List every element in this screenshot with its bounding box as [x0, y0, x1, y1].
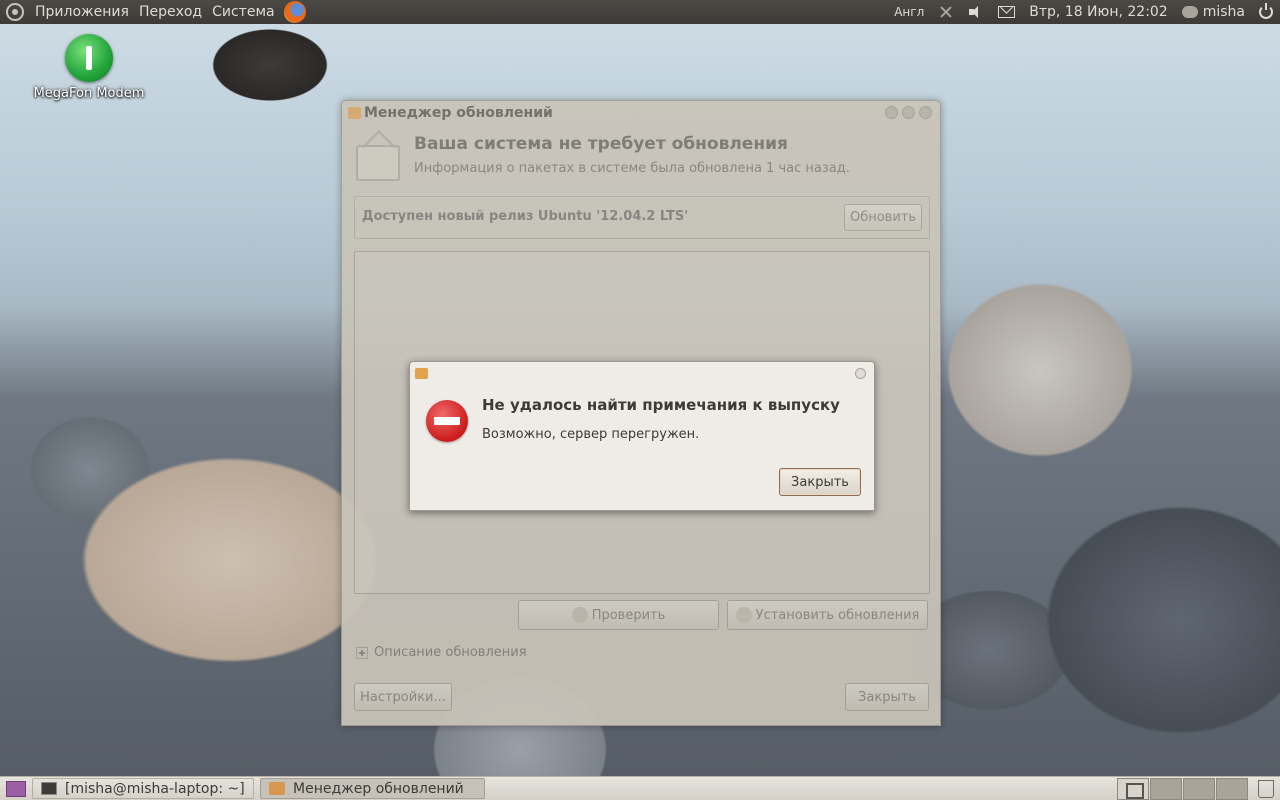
task-update-manager[interactable]: Менеджер обновлений: [260, 778, 485, 799]
volume-icon: [968, 5, 984, 19]
show-desktop-icon[interactable]: [6, 780, 26, 797]
desktop-icon-label: MegaFon Modem: [33, 86, 145, 101]
terminal-icon: [41, 782, 57, 795]
window-titlebar[interactable]: Менеджер обновлений: [342, 101, 940, 125]
close-button[interactable]: Закрыть: [845, 683, 929, 711]
task-label: [misha@misha-laptop: ~]: [65, 780, 245, 797]
menu-places[interactable]: Переход: [134, 4, 207, 20]
check-button[interactable]: Проверить: [518, 600, 719, 630]
update-manager-icon: [269, 782, 285, 795]
dialog-app-icon: [415, 368, 428, 379]
window-title: Менеджер обновлений: [364, 105, 553, 121]
error-heading: Не удалось найти примечания к выпуску: [482, 396, 840, 414]
minimize-button[interactable]: [885, 106, 898, 119]
system-up-to-date-icon: [356, 145, 400, 181]
description-expander[interactable]: Описание обновления: [356, 645, 527, 660]
window-controls: [885, 106, 932, 119]
task-terminal[interactable]: [misha@misha-laptop: ~]: [32, 778, 254, 799]
indicator-area: Англ Втр, 18 Июн, 22:02 misha: [887, 0, 1280, 24]
menu-applications[interactable]: Приложения: [30, 4, 134, 20]
desktop-icon-megafon-modem[interactable]: MegaFon Modem: [30, 34, 148, 101]
new-release-panel: Доступен новый релиз Ubuntu '12.04.2 LTS…: [354, 196, 930, 239]
dialog-close-icon[interactable]: [855, 368, 866, 379]
modem-icon: [65, 34, 113, 82]
workspace-2[interactable]: [1150, 777, 1182, 800]
settings-button[interactable]: Настройки...: [354, 683, 452, 711]
status-subheading: Информация о пакетах в системе была обно…: [414, 161, 850, 176]
error-dialog: Не удалось найти примечания к выпуску Во…: [409, 361, 875, 511]
update-manager-icon: [348, 107, 361, 119]
user-name: misha: [1202, 4, 1245, 20]
workspace-1[interactable]: [1117, 777, 1149, 800]
close-window-button[interactable]: [919, 106, 932, 119]
volume-indicator[interactable]: [961, 0, 991, 24]
task-label: Менеджер обновлений: [293, 780, 464, 797]
network-indicator[interactable]: [931, 0, 961, 24]
workspace-3[interactable]: [1183, 777, 1215, 800]
session-indicator[interactable]: [1252, 0, 1280, 24]
workspace-4[interactable]: [1216, 777, 1248, 800]
clock[interactable]: Втр, 18 Июн, 22:02: [1022, 0, 1174, 24]
error-icon: [426, 400, 468, 442]
workspace-switcher: [1116, 777, 1248, 800]
messaging-indicator[interactable]: [991, 0, 1022, 24]
check-button-label: Проверить: [591, 607, 666, 623]
install-button-label: Установить обновления: [755, 607, 920, 623]
top-panel: Приложения Переход Система Англ Втр, 18 …: [0, 0, 1280, 24]
ubuntu-logo-icon[interactable]: [6, 3, 24, 21]
apply-icon: [735, 607, 752, 623]
firefox-icon[interactable]: [283, 1, 306, 23]
user-indicator[interactable]: misha: [1175, 0, 1252, 24]
network-disconnected-icon: [938, 5, 954, 19]
dialog-close-button[interactable]: Закрыть: [779, 468, 861, 496]
menu-system[interactable]: Система: [207, 4, 279, 20]
trash-icon[interactable]: [1258, 779, 1274, 798]
mail-icon: [998, 6, 1016, 18]
error-message: Возможно, сервер перегружен.: [482, 427, 700, 442]
maximize-button[interactable]: [902, 106, 915, 119]
description-expander-label: Описание обновления: [374, 645, 527, 660]
upgrade-button[interactable]: Обновить: [844, 204, 922, 231]
chat-status-icon: [1181, 6, 1198, 18]
status-header: Ваша система не требует обновления Инфор…: [356, 133, 926, 188]
expand-plus-icon: [356, 646, 368, 659]
new-release-text: Доступен новый релиз Ubuntu '12.04.2 LTS…: [362, 209, 689, 224]
dialog-titlebar[interactable]: [410, 362, 874, 384]
status-heading: Ваша система не требует обновления: [414, 134, 788, 154]
keyboard-layout-indicator[interactable]: Англ: [887, 0, 931, 24]
bottom-panel: [misha@misha-laptop: ~] Менеджер обновле…: [0, 776, 1280, 800]
power-icon: [1259, 3, 1273, 19]
refresh-icon: [571, 607, 588, 623]
install-updates-button[interactable]: Установить обновления: [727, 600, 928, 630]
